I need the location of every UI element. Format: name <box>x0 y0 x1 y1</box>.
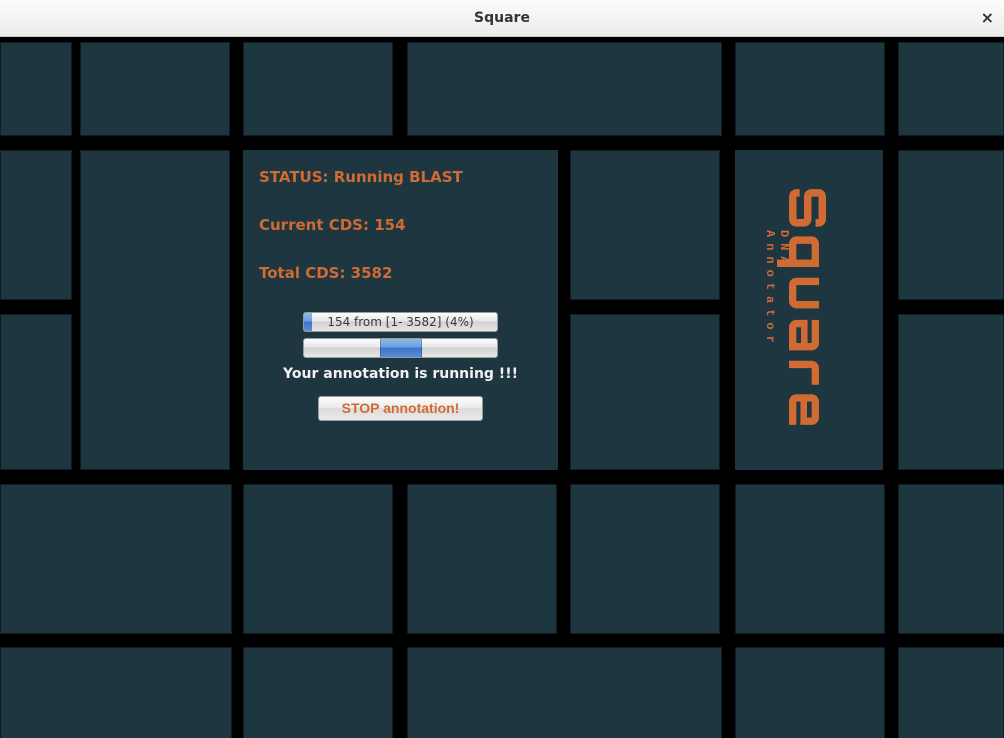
bg-tile <box>898 314 1004 470</box>
bg-tile <box>80 150 230 470</box>
main-area: STATUS: Running BLAST Current CDS: 154 T… <box>0 37 1004 738</box>
bg-tile <box>735 42 885 136</box>
bg-tile <box>898 484 1004 634</box>
bg-tile <box>570 314 720 470</box>
bg-tile <box>898 150 1004 300</box>
logo-panel: DNA Annotator Square <box>735 150 883 470</box>
close-icon[interactable]: × <box>981 10 994 26</box>
progress-chunk <box>380 339 422 357</box>
window-title: Square <box>474 10 530 26</box>
bg-tile <box>735 647 885 738</box>
bg-tile <box>0 42 72 136</box>
bg-tile <box>735 484 885 634</box>
titlebar: Square × <box>0 0 1004 37</box>
progress-text: 154 from [1- 3582] (4%) <box>304 313 497 331</box>
current-cds-line: Current CDS: 154 <box>259 216 542 234</box>
bg-tile <box>0 484 232 634</box>
bg-tile <box>243 647 393 738</box>
bg-tile <box>407 484 557 634</box>
stop-annotation-button[interactable]: STOP annotation! <box>318 396 483 421</box>
bg-tile <box>80 42 230 136</box>
progress-bar-cds: 154 from [1- 3582] (4%) <box>303 312 498 332</box>
bg-tile <box>570 484 720 634</box>
bg-tile <box>407 42 722 136</box>
bg-tile <box>243 42 393 136</box>
total-cds-line: Total CDS: 3582 <box>259 264 542 282</box>
bg-tile <box>898 647 1004 738</box>
bg-tile <box>0 150 72 300</box>
bg-tile <box>570 150 720 300</box>
bg-tile <box>407 647 722 738</box>
bg-tile <box>0 647 232 738</box>
bg-tile <box>898 42 1004 136</box>
running-text: Your annotation is running !!! <box>259 366 542 382</box>
progress-bar-activity <box>303 338 498 358</box>
status-line: STATUS: Running BLAST <box>259 168 542 186</box>
logo-title: Square <box>783 186 835 433</box>
bg-tile <box>0 314 72 470</box>
bg-tile <box>243 484 393 634</box>
status-panel: STATUS: Running BLAST Current CDS: 154 T… <box>243 150 558 470</box>
progress-block: 154 from [1- 3582] (4%) Your annotation … <box>259 312 542 421</box>
